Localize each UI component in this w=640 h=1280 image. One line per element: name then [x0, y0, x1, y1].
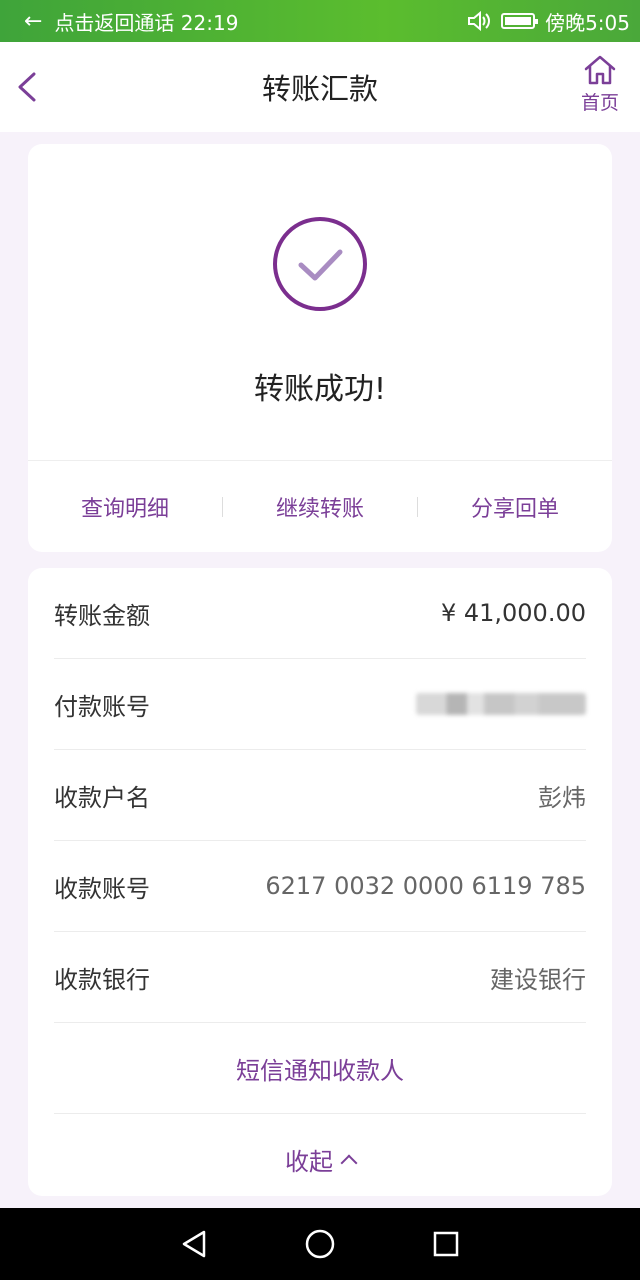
- amount-label: 转账金额: [54, 601, 150, 630]
- volume-icon: [468, 10, 491, 32]
- success-message: 转账成功!: [253, 372, 387, 407]
- back-arrow-icon[interactable]: ←: [24, 9, 42, 34]
- success-actions: 查询明细 继续转账 分享回单: [28, 462, 612, 552]
- payer-account-label: 付款账号: [54, 692, 150, 721]
- detail-row-payee-bank: 收款银行 建设银行: [54, 932, 586, 1023]
- sms-notify-payee-button[interactable]: 短信通知收款人: [54, 1023, 586, 1114]
- detail-row-payer-account: 付款账号: [54, 659, 586, 750]
- return-to-call-text[interactable]: 点击返回通话 22:19: [54, 7, 467, 36]
- payee-account-label: 收款账号: [54, 874, 150, 903]
- success-card: 转账成功! 查询明细 继续转账 分享回单: [28, 144, 612, 552]
- payer-account-masked-value: [416, 693, 586, 715]
- divider: [28, 460, 612, 461]
- nav-back-triangle-icon[interactable]: [180, 1229, 208, 1259]
- transfer-details-card: 转账金额 ¥ 41,000.00 付款账号 收款户名 彭炜 收款账号 6217 …: [28, 568, 612, 1196]
- home-label: 首页: [580, 92, 619, 114]
- nav-recents-square-icon[interactable]: [432, 1230, 460, 1258]
- success-check-icon: [273, 217, 367, 311]
- detail-row-payee-account: 收款账号 6217 0032 0000 6119 785: [54, 841, 586, 932]
- system-nav-bar: [0, 1208, 640, 1280]
- home-button[interactable]: 首页: [578, 54, 622, 115]
- collapse-label: 收起: [285, 1148, 333, 1176]
- nav-home-circle-icon[interactable]: [304, 1228, 336, 1260]
- query-details-button[interactable]: 查询明细: [28, 491, 222, 523]
- clock-text: 傍晚5:05: [545, 10, 630, 35]
- home-icon: [584, 55, 616, 85]
- detail-row-amount: 转账金额 ¥ 41,000.00: [54, 568, 586, 659]
- amount-value: ¥ 41,000.00: [440, 599, 586, 627]
- nav-header: 转账汇款 首页: [0, 42, 640, 132]
- status-bar: ← 点击返回通话 22:19 傍晚5:05: [0, 0, 640, 42]
- continue-transfer-button[interactable]: 继续转账: [223, 491, 417, 523]
- payee-bank-label: 收款银行: [54, 965, 150, 994]
- back-icon[interactable]: [16, 72, 38, 102]
- sms-notify-label: 短信通知收款人: [236, 1056, 404, 1085]
- payee-name-label: 收款户名: [54, 783, 150, 812]
- payee-bank-value: 建设银行: [490, 965, 586, 994]
- payee-account-value: 6217 0032 0000 6119 785: [265, 872, 586, 900]
- share-receipt-button[interactable]: 分享回单: [418, 491, 612, 523]
- detail-row-payee-name: 收款户名 彭炜: [54, 750, 586, 841]
- page-title: 转账汇款: [261, 72, 378, 106]
- chevron-up-icon: [340, 1154, 358, 1171]
- collapse-button[interactable]: 收起: [54, 1114, 586, 1205]
- payee-name-value: 彭炜: [538, 783, 586, 812]
- status-icons: 傍晚5:05: [467, 7, 630, 36]
- battery-icon: [501, 13, 539, 29]
